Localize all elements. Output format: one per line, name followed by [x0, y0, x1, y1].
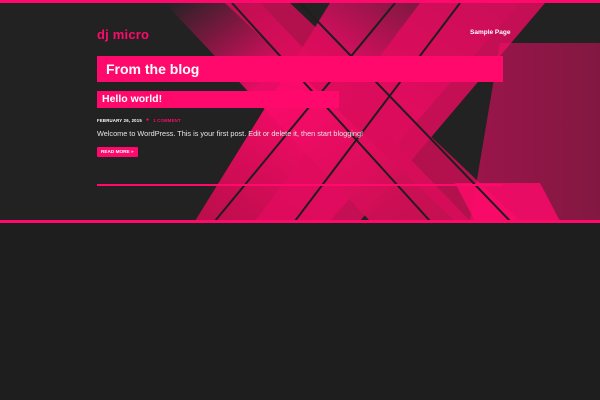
post-date: FEBRUARY 26, 2015	[97, 117, 142, 123]
post-comments-link[interactable]: 1 COMMENT	[153, 118, 181, 123]
site-title-link[interactable]: dj micro	[97, 27, 149, 42]
read-more-button[interactable]: READ MORE »	[97, 147, 138, 157]
post-meta: FEBRUARY 26, 2015 ● 1 COMMENT	[97, 117, 181, 123]
post-excerpt: Welcome to WordPress. This is your first…	[97, 129, 364, 138]
page-heading: From the blog	[97, 56, 503, 82]
hero-bottom-border	[0, 220, 600, 223]
nav-item-sample-page[interactable]: Sample Page	[470, 29, 510, 36]
meta-separator: ●	[145, 117, 150, 123]
content-divider	[97, 184, 503, 186]
hero-section: dj micro Sample Page From the blog Hello…	[0, 3, 600, 221]
post-title-link[interactable]: Hello world!	[97, 91, 339, 108]
